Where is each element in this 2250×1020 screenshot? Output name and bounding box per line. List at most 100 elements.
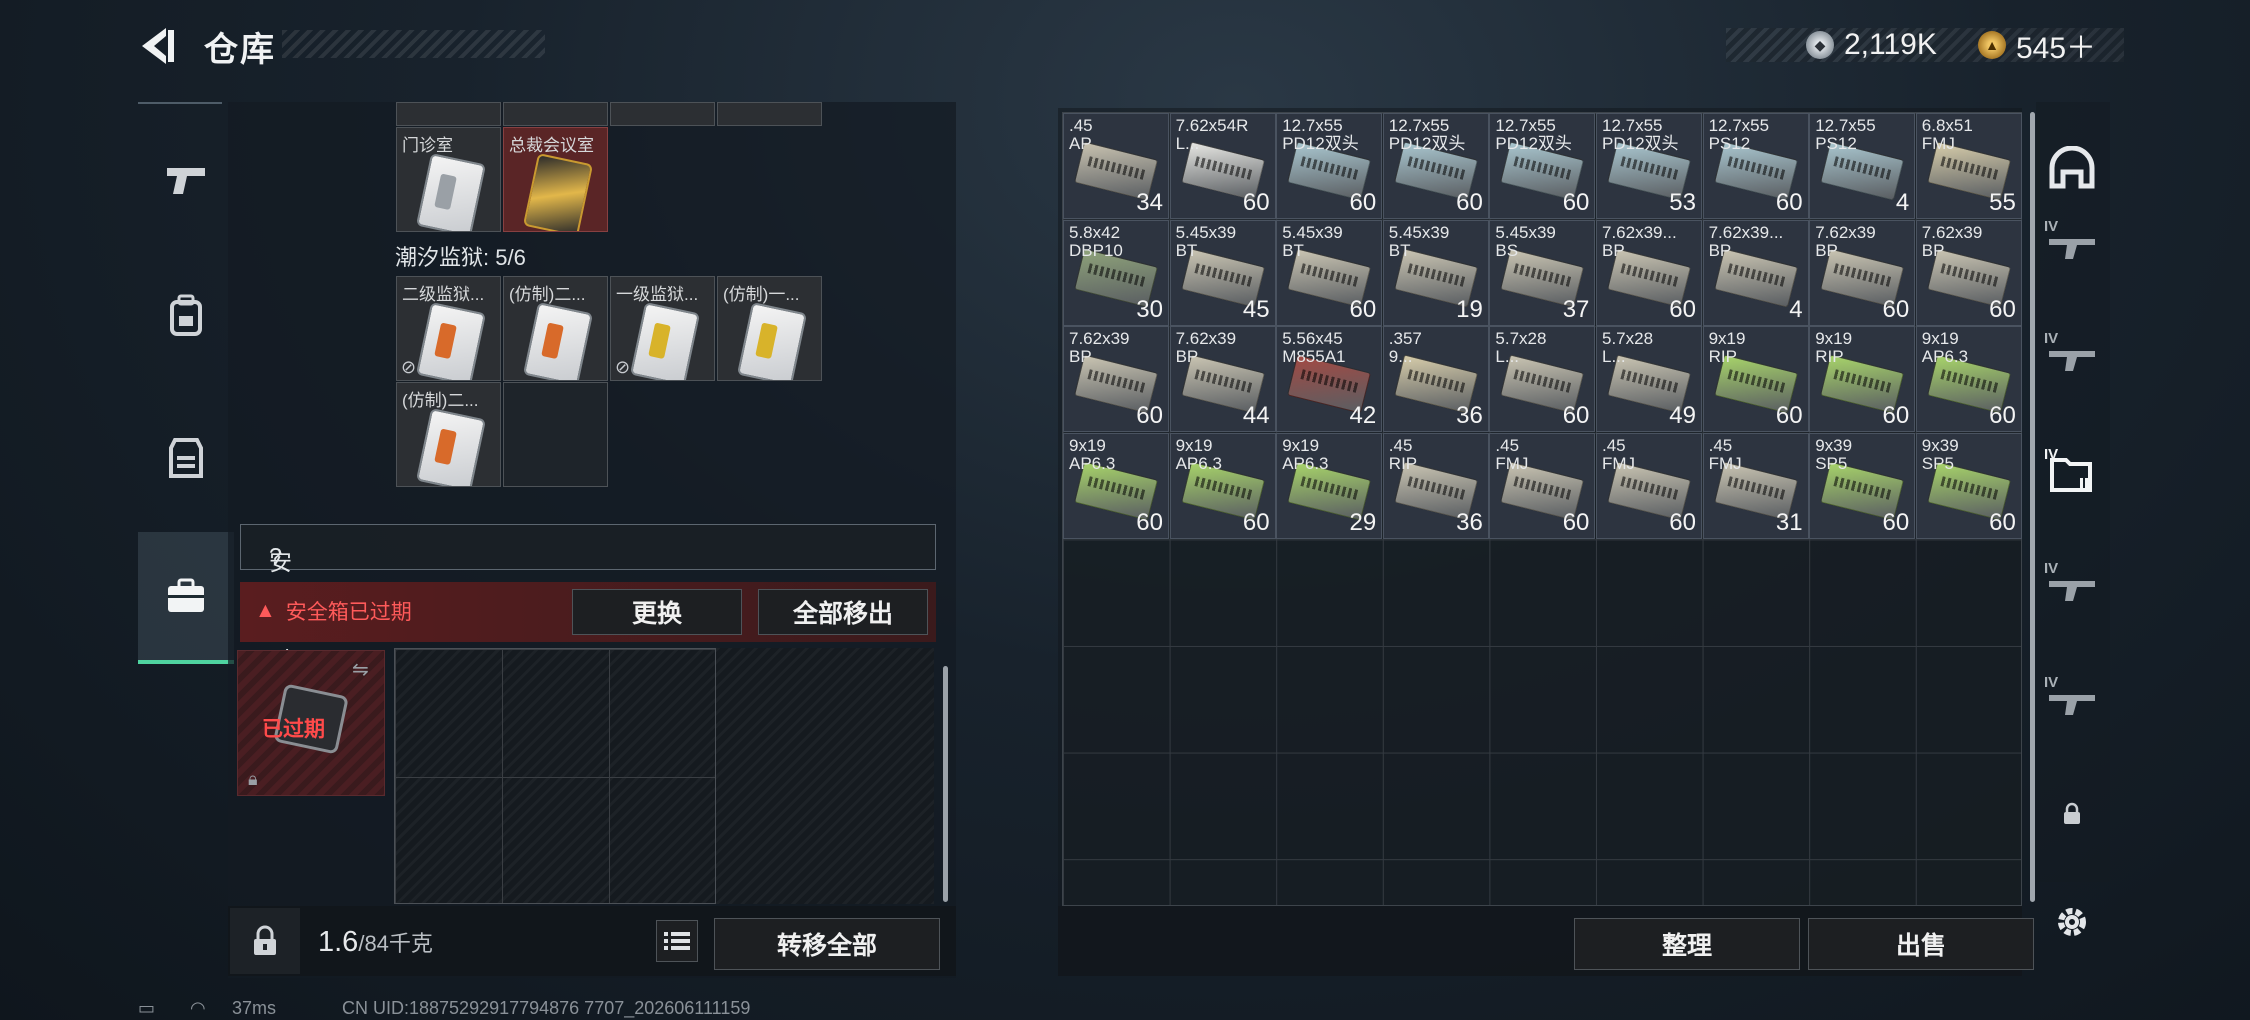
ammo-count: 49	[1669, 402, 1696, 430]
item-name: 总裁会议室	[509, 136, 594, 155]
item-slot[interactable]	[717, 102, 822, 126]
safebox-grid[interactable]	[394, 648, 716, 904]
ammo-item[interactable]: 7.62x54R L... 60	[1169, 113, 1276, 219]
item-slot[interactable]	[503, 102, 608, 126]
keycard-item[interactable]: 一级监狱... ⊘	[610, 276, 715, 381]
warning-icon: ▲	[255, 599, 276, 622]
ammo-item[interactable]: 5.7x28 L... 49	[1596, 326, 1702, 433]
ammo-caliber: 9x19 RIP	[1708, 329, 1746, 367]
ammo-count: 60	[1882, 402, 1910, 430]
ammo-count: 60	[1562, 189, 1590, 216]
list-view-button[interactable]	[656, 920, 698, 962]
category-ammo-storage[interactable]: IV	[2040, 442, 2104, 506]
ammo-item[interactable]: 5.45x39 BT 45	[1169, 219, 1276, 326]
ammo-item[interactable]: 7.62x39 BP 60	[1809, 219, 1916, 326]
ammo-count: 4	[1789, 295, 1803, 323]
tab-safebox[interactable]	[138, 532, 234, 664]
expired-label: 已过期	[262, 718, 325, 741]
ammo-item[interactable]: 7.62x39... BP 60	[1596, 219, 1702, 326]
item-slot[interactable]	[396, 102, 501, 126]
ammo-item[interactable]: 7.62x39 BP 44	[1169, 326, 1276, 433]
category-rifle-3[interactable]: IV	[2040, 556, 2104, 620]
transfer-all-button[interactable]: 转移全部	[714, 918, 940, 970]
left-scrollbar[interactable]	[943, 666, 948, 902]
ammo-item[interactable]: 7.62x39... BP 4	[1702, 219, 1809, 326]
ammo-item[interactable]: 7.62x39 BP 60	[1063, 326, 1169, 433]
category-helmet[interactable]	[2040, 134, 2104, 204]
right-scrollbar[interactable]	[2030, 112, 2035, 902]
keycard-item[interactable]: 总裁会议室	[503, 127, 608, 232]
tab-vest[interactable]	[138, 406, 234, 510]
ammo-caliber: 7.62x54R L...	[1175, 116, 1249, 153]
lock-toggle[interactable]	[230, 908, 300, 974]
ammo-count: 60	[1562, 508, 1590, 536]
currency-silver[interactable]: ◆ 2,119K	[1806, 28, 1937, 62]
ammo-item[interactable]: 9x19 RIP 60	[1702, 326, 1809, 433]
silver-amount: 2,119K	[1844, 28, 1937, 61]
tab-backpack[interactable]	[138, 264, 234, 368]
keycard-item[interactable]: (仿制)二...	[396, 382, 501, 487]
category-rifle-2[interactable]: IV	[2040, 326, 2104, 390]
move-all-out-button[interactable]: 全部移出	[758, 589, 928, 635]
ammo-item[interactable]: 12.7x55 PD12双头 60	[1276, 113, 1383, 219]
back-button[interactable]	[136, 24, 180, 68]
ammo-count: 34	[1136, 189, 1163, 216]
ammo-item[interactable]: 9x39 SP5 60	[1915, 432, 2022, 539]
ammo-item[interactable]: 12.7x55 PD12双头 60	[1382, 113, 1489, 219]
ammo-item[interactable]: 5.45x39 BT 19	[1382, 219, 1489, 326]
ammo-count: 60	[1136, 402, 1163, 430]
ammo-item[interactable]: 12.7x55 PD12双头 60	[1489, 113, 1596, 219]
ammo-count: 60	[1562, 402, 1590, 430]
ammo-item[interactable]: 9x19 AP6.3 29	[1276, 432, 1383, 539]
ammo-item[interactable]: 9x19 AP6.3 60	[1169, 432, 1276, 539]
sell-button[interactable]: 出售	[1808, 918, 2034, 970]
keycard-item[interactable]: (仿制)二...	[503, 276, 608, 381]
ammo-item[interactable]: 9x19 RIP 60	[1809, 326, 1916, 433]
category-rifle-1[interactable]: IV	[2040, 214, 2104, 278]
category-locked[interactable]	[2040, 796, 2104, 832]
safebox-item[interactable]: 已过期 ⇋ 🔒︎	[237, 650, 385, 796]
ammo-item[interactable]: 9x19 AP6.3 60	[1915, 326, 2022, 433]
ammo-caliber: 12.7x55 PD12双头	[1495, 116, 1572, 153]
ammo-item[interactable]: 5.56x45 M855A1 42	[1276, 326, 1383, 433]
ammo-item[interactable]: 12.7x55 PS12 4	[1809, 113, 1916, 219]
sort-button[interactable]: 整理	[1574, 918, 1800, 970]
ammo-count: 60	[1136, 508, 1163, 536]
storage-grid[interactable]: .45 AP 34 7.62x54R L... 60 12.7x55 PD12双头 60 1…	[1062, 112, 2022, 906]
ammo-count: 42	[1349, 402, 1377, 430]
ammo-item[interactable]: 9x19 AP6.3 60	[1063, 432, 1169, 539]
ammo-count: 55	[1989, 189, 2016, 216]
ammo-item[interactable]: .45 FMJ 60	[1596, 432, 1702, 539]
ammo-item[interactable]: 5.45x39 BT 60	[1276, 219, 1383, 326]
ammo-item[interactable]: 7.62x39 BP 60	[1915, 219, 2022, 326]
ammo-item[interactable]: .45 RIP 36	[1382, 432, 1489, 539]
category-rifle-4[interactable]: IV	[2040, 670, 2104, 734]
tab-weapon[interactable]	[138, 128, 234, 232]
ammo-item[interactable]: .45 FMJ 31	[1702, 432, 1809, 539]
ammo-item[interactable]: 12.7x55 PS12 60	[1702, 113, 1809, 219]
keycard-item[interactable]: (仿制)一...	[717, 276, 822, 381]
help-icon[interactable]: ?	[269, 543, 282, 570]
ammo-item[interactable]: 5.8x42 DBP10 30	[1063, 219, 1169, 326]
empty-slot[interactable]	[503, 382, 608, 487]
ammo-item[interactable]: .357 9... 36	[1382, 326, 1489, 433]
ammo-item[interactable]: 5.45x39 BS 37	[1489, 219, 1596, 326]
ammo-item[interactable]: 5.7x28 L... 60	[1489, 326, 1596, 433]
keycard-item[interactable]: 门诊室	[396, 127, 501, 232]
no-copy-icon: ⊘	[615, 357, 631, 377]
replace-button[interactable]: 更换	[572, 589, 742, 635]
ammo-count: 60	[1775, 189, 1803, 216]
keycard-item[interactable]: 二级监狱... ⊘	[396, 276, 501, 381]
ammo-item[interactable]: 6.8x51 FMJ 55	[1915, 113, 2022, 219]
rifle-icon	[2049, 695, 2095, 715]
ammo-item[interactable]: .45 FMJ 60	[1489, 432, 1596, 539]
item-slot[interactable]	[610, 102, 715, 126]
ammo-item[interactable]: .45 AP 34	[1063, 113, 1169, 219]
ammo-item[interactable]: 9x39 SP5 60	[1809, 432, 1916, 539]
ammo-item[interactable]: 12.7x55 PD12双头 53	[1596, 113, 1702, 219]
currency-gold[interactable]: ▲ 545＋	[1978, 28, 2096, 65]
ammo-count: 60	[1242, 189, 1270, 216]
settings-button[interactable]	[2040, 896, 2104, 948]
ammo-caliber: 5.8x42 DBP10	[1069, 222, 1123, 260]
swap-icon[interactable]: ⇋	[352, 657, 369, 682]
